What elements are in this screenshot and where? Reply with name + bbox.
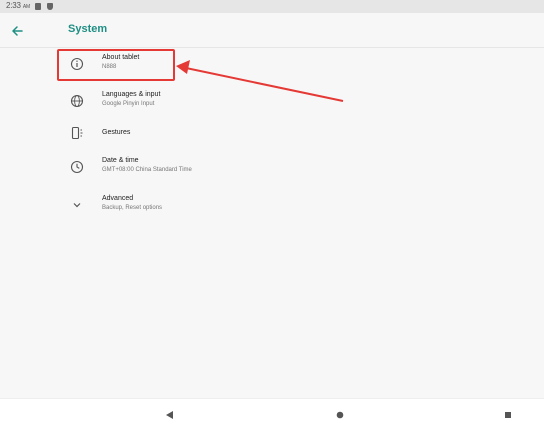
settings-item-summary: Backup, Reset options — [102, 205, 163, 211]
clock-icon — [70, 160, 84, 174]
globe-icon — [70, 94, 84, 108]
shield-notification-icon — [47, 3, 53, 10]
back-arrow-icon[interactable] — [10, 24, 24, 38]
highlight-box — [57, 49, 175, 81]
settings-item-gestures[interactable]: Gestures — [60, 118, 360, 150]
app-bar: System — [0, 13, 544, 48]
nav-back-icon[interactable] — [160, 405, 180, 425]
settings-item-summary: Google Pinyin Input — [102, 101, 155, 107]
settings-item-summary: GMT+08:00 China Standard Time — [102, 167, 192, 173]
nav-recents-icon[interactable] — [498, 405, 518, 425]
settings-item-title: Gestures — [102, 129, 131, 136]
nav-home-icon[interactable] — [330, 405, 350, 425]
settings-item-title: Languages & input — [102, 91, 161, 98]
status-time: 2:33 AM — [6, 1, 30, 10]
chevron-down-icon — [73, 203, 81, 208]
settings-item-date-time[interactable]: Date & time GMT+08:00 China Standard Tim… — [60, 152, 360, 184]
gestures-icon — [71, 126, 83, 140]
status-bar: 2:33 AM — [0, 0, 544, 13]
settings-item-title: Advanced — [102, 195, 134, 202]
gallery-notification-icon — [35, 3, 41, 10]
page-title: System — [68, 23, 108, 35]
settings-item-languages-input[interactable]: Languages & input Google Pinyin Input — [60, 86, 360, 118]
navigation-bar — [0, 398, 544, 430]
settings-item-title: Date & time — [102, 157, 139, 164]
settings-item-advanced[interactable]: Advanced Backup, Reset options — [60, 190, 360, 222]
